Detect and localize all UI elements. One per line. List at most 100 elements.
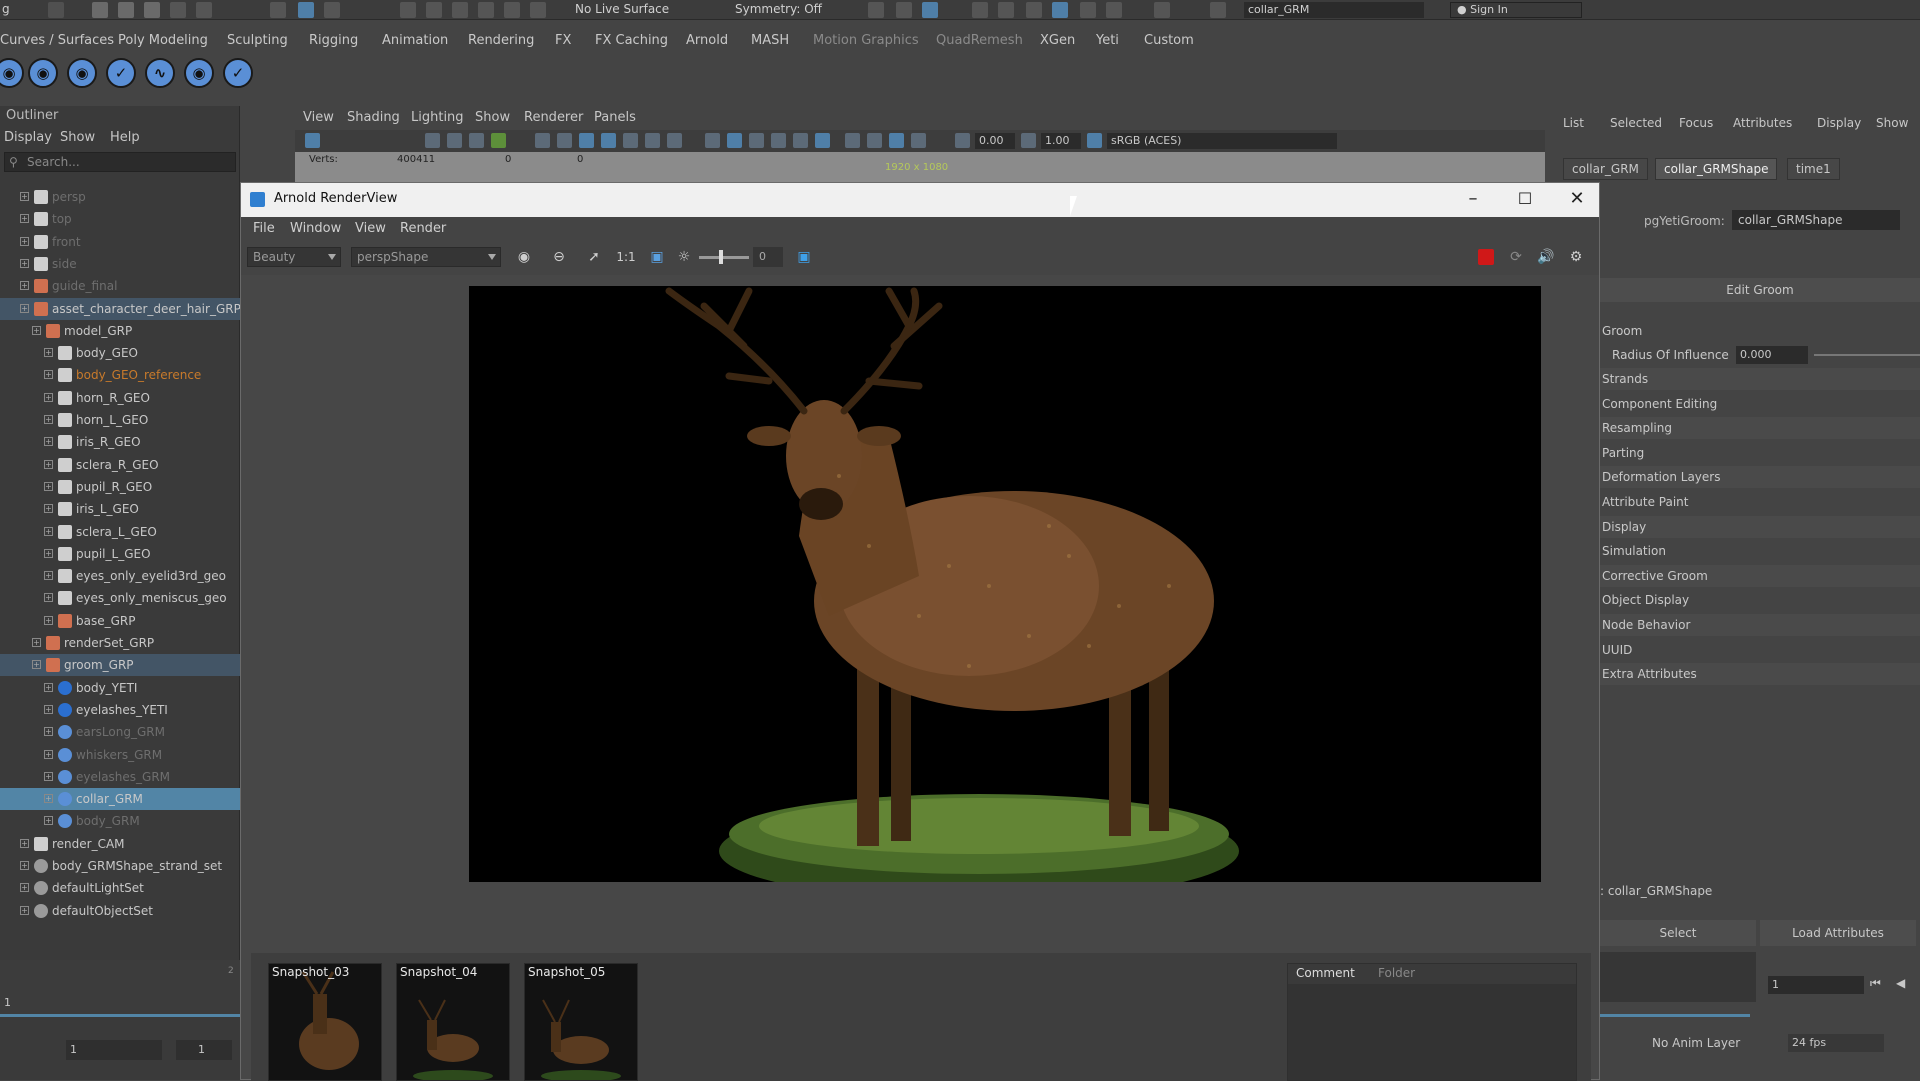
outliner-row[interactable]: + collar_GRM <box>0 788 240 811</box>
current-frame-field[interactable]: 1 <box>1768 976 1864 994</box>
attr-section-component-editing[interactable]: Component Editing <box>1600 393 1920 415</box>
viewport-menu-renderer[interactable]: Renderer <box>524 110 583 125</box>
save-scene-icon[interactable] <box>144 2 160 18</box>
viewport-menu-show[interactable]: Show <box>475 110 510 125</box>
expand-toggle-icon[interactable]: + <box>44 548 53 558</box>
bookmark-icon[interactable] <box>447 133 462 148</box>
attr-section-groom[interactable]: Groom <box>1600 320 1920 342</box>
attr-tab-collar-grm[interactable]: collar_GRM <box>1563 158 1648 180</box>
attr-section-object-display[interactable]: Object Display <box>1600 589 1920 611</box>
expand-toggle-icon[interactable]: + <box>44 392 53 402</box>
snap-point-icon[interactable] <box>452 2 468 18</box>
render-icon[interactable] <box>868 2 884 18</box>
fps-dropdown[interactable]: 24 fps <box>1788 1034 1884 1052</box>
shelf-tab-custom[interactable]: Custom <box>1144 33 1194 48</box>
renderview-menu-render[interactable]: Render <box>400 221 446 236</box>
outliner-row[interactable]: + eyelashes_YETI <box>0 699 240 721</box>
attr-menu-selected[interactable]: Selected <box>1610 116 1662 130</box>
close-icon[interactable]: ✕ <box>1555 187 1599 213</box>
exposure-field[interactable]: 0.00 <box>975 133 1015 149</box>
attr-section-attribute-paint[interactable]: Attribute Paint <box>1600 491 1920 513</box>
shelf-tab-yeti[interactable]: Yeti <box>1096 33 1119 48</box>
snap-grid-icon[interactable] <box>400 2 416 18</box>
expand-toggle-icon[interactable]: + <box>32 660 41 670</box>
expand-toggle-icon[interactable]: + <box>44 571 53 581</box>
ipr-render-icon[interactable] <box>896 2 912 18</box>
outliner-row[interactable]: + horn_L_GEO <box>0 409 240 431</box>
exposure-field[interactable]: 0 <box>753 247 783 267</box>
gamma-field[interactable]: 1.00 <box>1041 133 1081 149</box>
camera-dropdown[interactable]: perspShape <box>351 247 501 267</box>
gamma-icon[interactable] <box>1021 133 1036 148</box>
attr-tab-collar-grmshape[interactable]: collar_GRMShape <box>1655 158 1778 180</box>
viewport-menu-lighting[interactable]: Lighting <box>411 110 464 125</box>
outliner-menu-show[interactable]: Show <box>60 130 95 145</box>
shelf-tab-curves[interactable]: Curves / Surfaces <box>0 33 114 48</box>
antialias-icon[interactable] <box>845 133 860 148</box>
attr-section-parting[interactable]: Parting <box>1600 442 1920 464</box>
outliner-row[interactable]: + guide_final <box>0 275 240 297</box>
comment-textarea[interactable] <box>1288 984 1576 1080</box>
shelf-tab-fx[interactable]: FX <box>555 33 571 48</box>
isolate-select-icon[interactable] <box>889 133 904 148</box>
arnold-render-icon[interactable] <box>1052 2 1068 18</box>
open-scene-icon[interactable] <box>118 2 134 18</box>
image-plane-icon[interactable] <box>469 133 484 148</box>
shelf-tab-mash[interactable]: MASH <box>751 33 789 48</box>
outliner-row[interactable]: + groom_GRP <box>0 654 240 677</box>
outliner-row[interactable]: + model_GRP <box>0 320 240 342</box>
symmetry-label[interactable]: Symmetry: Off <box>735 2 822 16</box>
outliner-row[interactable]: + render_CAM <box>0 833 240 855</box>
expand-toggle-icon[interactable]: + <box>32 325 41 335</box>
yeti-brush-icon[interactable]: ✓ <box>106 58 136 88</box>
step-back-icon[interactable]: ◀ <box>1896 976 1905 990</box>
maximize-icon[interactable]: ☐ <box>1503 187 1547 213</box>
expand-toggle-icon[interactable]: + <box>44 504 53 514</box>
outliner-row[interactable]: + iris_L_GEO <box>0 498 240 520</box>
stop-render-icon[interactable] <box>1478 249 1494 265</box>
radius-field[interactable]: 0.000 <box>1736 346 1808 364</box>
render-region-icon[interactable]: ◉ <box>515 248 533 266</box>
smooth-shade-icon[interactable] <box>727 133 742 148</box>
viewport-menu-panels[interactable]: Panels <box>594 110 636 125</box>
select-camera-icon[interactable] <box>305 133 320 148</box>
ipr-icon[interactable]: 🔊 <box>1537 248 1555 266</box>
attr-section-display[interactable]: Display <box>1600 515 1920 538</box>
renderview-menu-view[interactable]: View <box>355 221 386 236</box>
attr-section-uuid[interactable]: UUID <box>1600 639 1920 661</box>
safe-action-icon[interactable] <box>645 133 660 148</box>
attr-tab-time1[interactable]: time1 <box>1787 158 1840 180</box>
attr-section-extra-attributes[interactable]: Extra Attributes <box>1600 663 1920 686</box>
attr-section-strands[interactable]: Strands <box>1600 368 1920 390</box>
expand-toggle-icon[interactable]: + <box>20 281 29 291</box>
radius-slider[interactable] <box>1814 354 1920 356</box>
expand-toggle-icon[interactable]: + <box>44 794 53 804</box>
expand-toggle-icon[interactable]: + <box>44 437 53 447</box>
shelf-tab-xgen[interactable]: XGen <box>1040 33 1075 48</box>
exposure-icon[interactable] <box>955 133 970 148</box>
field-chart-icon[interactable] <box>623 133 638 148</box>
snap-plane-icon[interactable] <box>478 2 494 18</box>
safe-title-icon[interactable] <box>667 133 682 148</box>
expand-toggle-icon[interactable]: + <box>44 481 53 491</box>
pan-zoom-icon[interactable]: ➚ <box>585 248 603 266</box>
dof-icon[interactable] <box>867 133 882 148</box>
expand-toggle-icon[interactable]: + <box>20 214 29 224</box>
attr-menu-display[interactable]: Display <box>1817 116 1861 130</box>
yeti-curve-icon[interactable]: ∿ <box>145 58 175 88</box>
expand-toggle-icon[interactable]: + <box>20 303 29 313</box>
renderview-menu-window[interactable]: Window <box>290 221 341 236</box>
attr-menu-show[interactable]: Show <box>1876 116 1908 130</box>
expand-toggle-icon[interactable]: + <box>44 348 53 358</box>
outliner-row[interactable]: + whiskers_GRM <box>0 744 240 766</box>
yeti-node-icon[interactable]: ◉ <box>0 58 24 88</box>
yeti-cache-icon[interactable]: ◉ <box>184 58 214 88</box>
start-frame-field[interactable]: 1 <box>66 1040 162 1060</box>
aov-dropdown[interactable]: Beauty <box>247 247 341 267</box>
sign-in-dropdown[interactable]: ● Sign In <box>1450 2 1582 18</box>
camera-attributes-icon[interactable] <box>425 133 440 148</box>
outliner-row[interactable]: + top <box>0 208 240 230</box>
expand-toggle-icon[interactable]: + <box>44 459 53 469</box>
outliner-row[interactable]: + body_GEO_reference <box>0 364 240 386</box>
expand-toggle-icon[interactable]: + <box>44 593 53 603</box>
